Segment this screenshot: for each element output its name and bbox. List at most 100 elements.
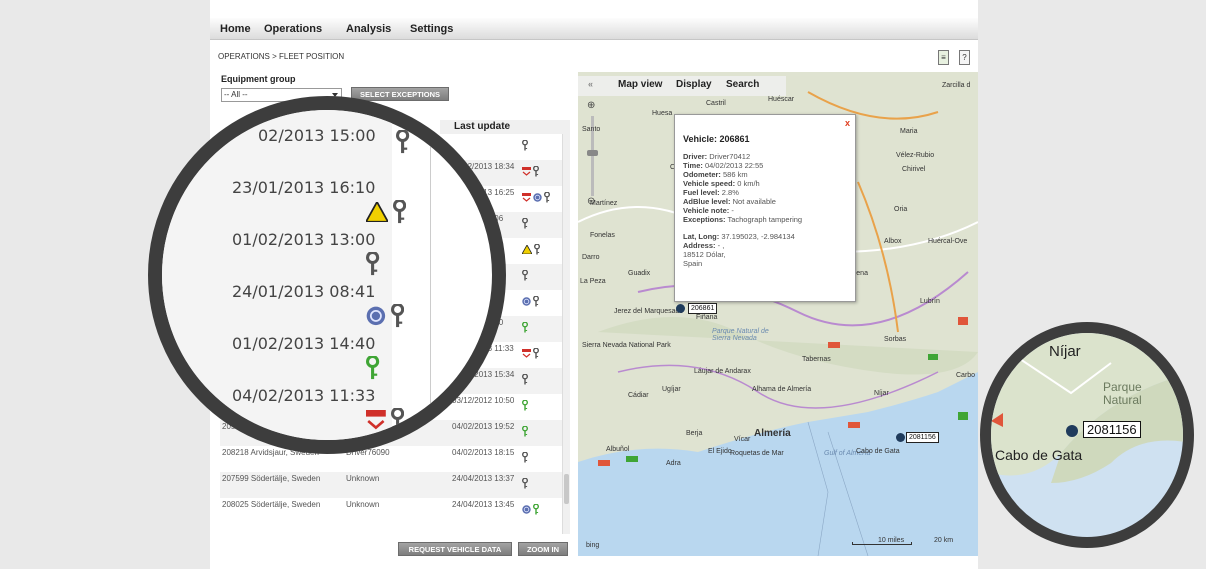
nav-analysis[interactable]: Analysis bbox=[346, 23, 391, 35]
status-icons bbox=[520, 321, 528, 333]
map-label: Cádiar bbox=[628, 392, 649, 399]
vehicle-pin-icon[interactable] bbox=[676, 304, 685, 313]
map-label: Huércal-Ove bbox=[928, 238, 968, 245]
status-icons bbox=[520, 165, 539, 177]
key-icon bbox=[366, 250, 380, 276]
lens-date: 01/02/2013 13:00 bbox=[232, 230, 376, 249]
tab-display[interactable]: Display bbox=[676, 79, 712, 90]
zoom-in-button[interactable]: ZOOM IN bbox=[518, 542, 568, 556]
lens-date: 24/01/2013 08:41 bbox=[232, 282, 376, 301]
main-nav: Home Operations Analysis Settings bbox=[210, 18, 978, 40]
map-label: Láujar de Andarax bbox=[694, 368, 751, 375]
map-label: Fonelas bbox=[590, 232, 615, 239]
table-row[interactable]: 207599 Södertälje, Sweden Unknown 24/04/20… bbox=[220, 472, 570, 498]
lens-status-icons bbox=[392, 128, 410, 154]
key-icon bbox=[544, 191, 550, 203]
status-icons bbox=[520, 451, 528, 463]
nav-home[interactable]: Home bbox=[220, 23, 251, 35]
key-icon bbox=[392, 198, 406, 224]
gauge-icon bbox=[533, 193, 542, 202]
lens-date: 01/02/2013 14:40 bbox=[232, 334, 376, 353]
vehicle-pin-icon[interactable] bbox=[896, 433, 905, 442]
last-update-time: 04/02/2013 18:15 bbox=[452, 448, 515, 457]
tachograph-alert-icon bbox=[522, 193, 531, 202]
scroll-thumb[interactable] bbox=[564, 474, 569, 504]
status-icons bbox=[520, 373, 528, 385]
vehicle-popup: x Vehicle: 206861 Driver: Driver70412 Ti… bbox=[674, 114, 856, 302]
map-label: 20 km bbox=[934, 537, 954, 544]
map-label: Adra bbox=[666, 460, 681, 467]
map-label: Carbo bbox=[956, 372, 976, 379]
tab-search[interactable]: Search bbox=[726, 79, 759, 90]
select-exceptions-button[interactable]: SELECT EXCEPTIONS bbox=[351, 87, 449, 101]
map-view[interactable]: « Map view Display Search ⊕ ⊖ Castril Hué… bbox=[578, 72, 978, 556]
lens-status-icons bbox=[362, 198, 406, 224]
zoom-handle[interactable] bbox=[587, 150, 598, 156]
map-label: La Peza bbox=[580, 278, 606, 285]
tachograph-alert-icon bbox=[366, 410, 387, 430]
last-update-time: 24/04/2013 13:45 bbox=[452, 500, 515, 509]
map-label: Oria bbox=[894, 206, 908, 213]
map-label: Roquetas de Mar bbox=[730, 450, 784, 457]
driver-name: Unknown bbox=[346, 474, 380, 483]
gauge-icon bbox=[522, 505, 531, 514]
table-row[interactable]: 208025 Södertälje, Sweden Unknown 24/04/20… bbox=[220, 498, 570, 524]
lens-row: 24/01/2013 08:41 bbox=[162, 274, 492, 328]
gauge-icon bbox=[522, 297, 531, 306]
table-scrollbar[interactable] bbox=[562, 134, 570, 534]
vehicle-marker-2081156[interactable]: 2081156 bbox=[906, 432, 939, 443]
lens-label-nijar: Níjar bbox=[1049, 343, 1081, 360]
key-icon bbox=[522, 139, 528, 151]
equipment-group-label: Equipment group bbox=[221, 74, 296, 84]
status-icons bbox=[520, 217, 528, 229]
nav-operations[interactable]: Operations bbox=[264, 23, 322, 35]
nav-settings[interactable]: Settings bbox=[410, 23, 453, 35]
key-icon bbox=[533, 503, 539, 515]
last-update-cell: 04/02/2013 18:15 bbox=[452, 448, 528, 463]
export-icon[interactable]: ≡ bbox=[938, 50, 949, 65]
lens-date: 23/01/2013 16:10 bbox=[232, 178, 376, 197]
map-label: Sierra Nevada National Park bbox=[582, 342, 671, 349]
key-icon bbox=[522, 399, 528, 411]
popup-title: Vehicle: 206861 bbox=[683, 134, 750, 144]
tachograph-alert-icon bbox=[522, 349, 531, 358]
map-label: Parque Natural de Sierra Nevada bbox=[712, 328, 769, 342]
lens-date: 02/2013 15:00 bbox=[258, 126, 376, 145]
map-label: Berja bbox=[686, 430, 703, 437]
vehicle-pin-icon[interactable] bbox=[1066, 425, 1078, 437]
gauge-icon bbox=[366, 306, 386, 326]
lens-status-icons bbox=[362, 354, 380, 380]
breadcrumb: OPERATIONS > FLEET POSITION bbox=[218, 52, 345, 61]
warning-icon bbox=[364, 200, 390, 223]
map-label: Albuñol bbox=[606, 446, 630, 453]
status-icons bbox=[520, 503, 539, 515]
map-label: Jerez del Marquesado bbox=[614, 308, 684, 315]
map-label: El Ejido bbox=[708, 448, 732, 455]
status-icons bbox=[520, 269, 528, 281]
lens-date: 04/02/2013 11:33 bbox=[232, 386, 376, 405]
map-label: Santo bbox=[582, 126, 601, 133]
key-icon bbox=[522, 477, 528, 489]
key-icon bbox=[390, 406, 404, 432]
map-label: Chirivel bbox=[902, 166, 926, 173]
lens-row: 01/02/2013 13:00 bbox=[162, 222, 492, 276]
lens-row: 02/2013 15:00 bbox=[162, 118, 492, 170]
table-row[interactable]: 208218 Arvidsjaur, Sweden Driver76090 04/0… bbox=[220, 446, 570, 472]
lens-marker-2081156[interactable]: 2081156 bbox=[1083, 421, 1141, 438]
lens-terrain bbox=[991, 333, 1183, 483]
zoom-slider[interactable]: ⊕ ⊖ bbox=[586, 100, 600, 210]
zoom-plus-icon[interactable]: ⊕ bbox=[587, 100, 595, 111]
status-icons bbox=[520, 347, 539, 359]
tab-map-view[interactable]: Map view bbox=[618, 79, 662, 90]
help-icon[interactable]: ? bbox=[959, 50, 970, 65]
map-label: Vícar bbox=[734, 436, 751, 443]
status-icons bbox=[520, 139, 528, 151]
collapse-icon[interactable]: « bbox=[588, 79, 593, 89]
map-label: Tabernas bbox=[802, 356, 831, 363]
request-vehicle-data-button[interactable]: REQUEST VEHICLE DATA bbox=[398, 542, 512, 556]
lens-status-icons bbox=[362, 302, 404, 328]
status-icons bbox=[520, 191, 550, 203]
vehicle-location: 207599 Södertälje, Sweden bbox=[222, 474, 321, 483]
close-icon[interactable]: x bbox=[845, 119, 850, 128]
vehicle-marker-206861[interactable]: 206861 bbox=[688, 303, 718, 314]
